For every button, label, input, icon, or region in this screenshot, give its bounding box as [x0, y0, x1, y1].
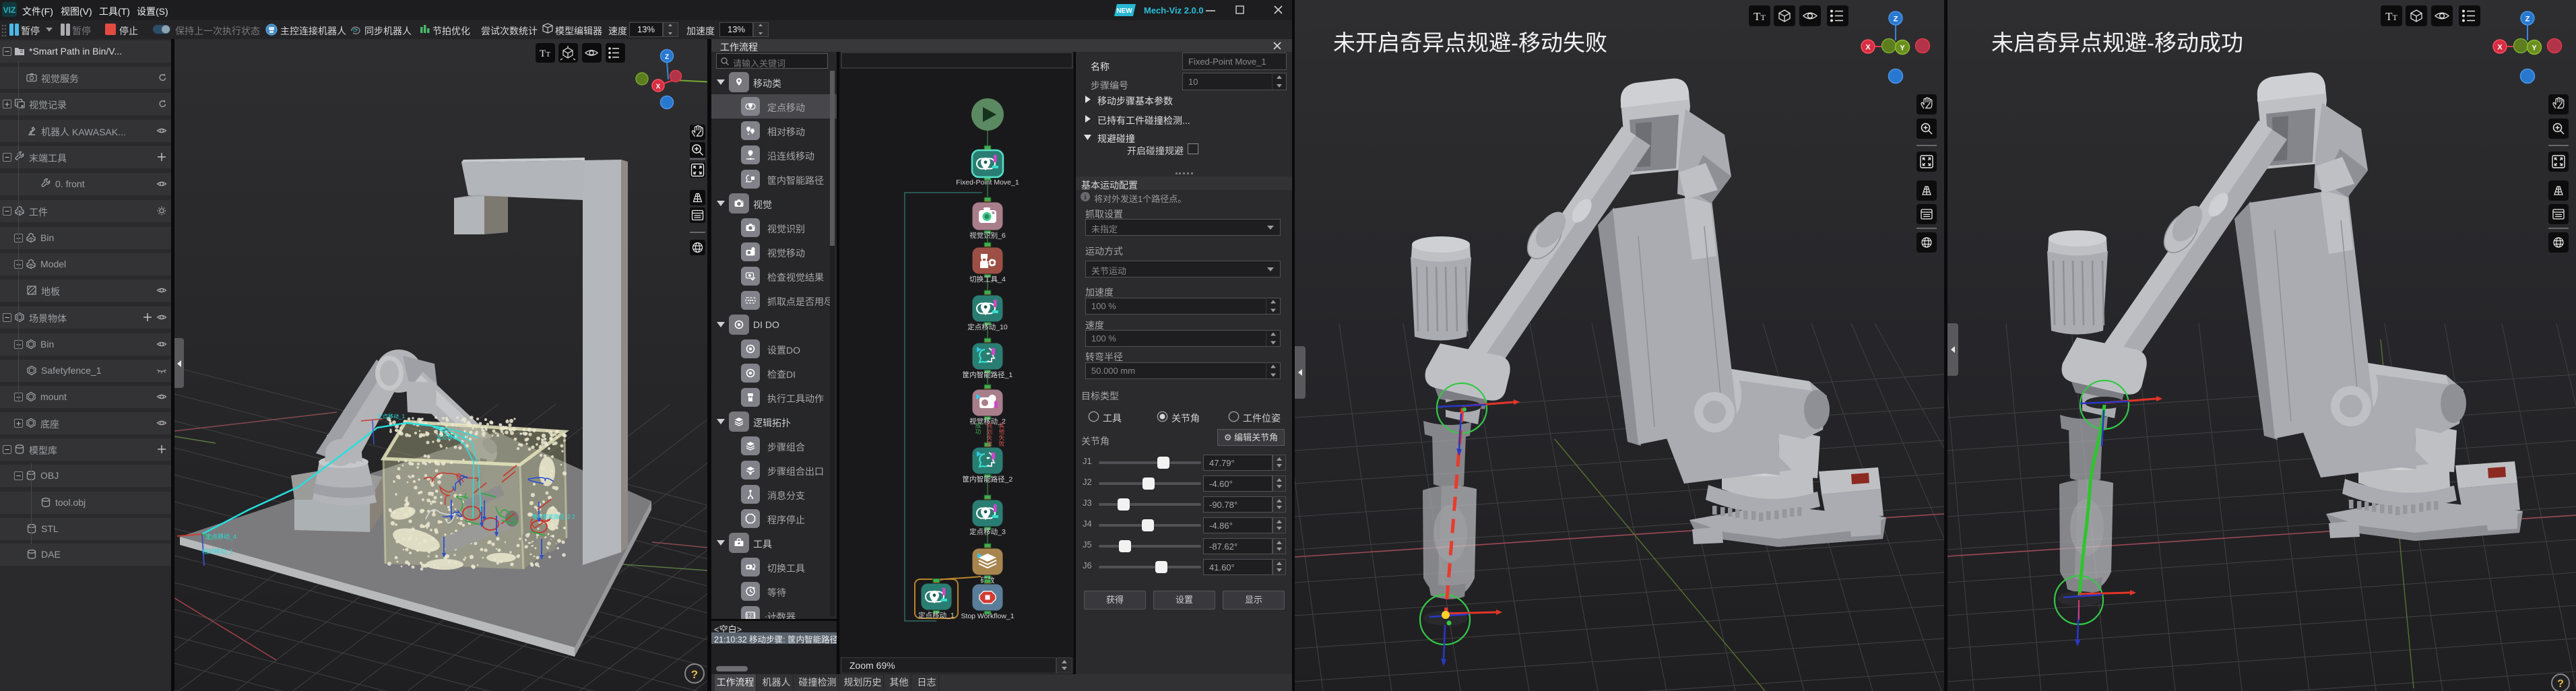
svg-text:切换工具_4: 切换工具_4 [969, 275, 1006, 284]
svg-text:123: 123 [746, 613, 755, 619]
svg-text:Z: Z [665, 54, 669, 61]
svg-text:NEW: NEW [1116, 7, 1132, 15]
svg-text:定点移动_4: 定点移动_4 [205, 533, 236, 540]
svg-text:筐内智能路径_1: 筐内智能路径_1 [963, 370, 1013, 379]
svg-text:视觉识别_6: 视觉识别_6 [969, 231, 1006, 240]
svg-text:i: i [1084, 193, 1086, 201]
svg-text:未开启奇异点规避-移动失败: 未开启奇异点规避-移动失败 [1333, 30, 1607, 55]
svg-text:其他失败: 其他失败 [999, 422, 1005, 447]
svg-text:筐内智能路径_2 2: 筐内智能路径_2 2 [532, 513, 575, 520]
svg-text:定点移动_10: 定点移动_10 [437, 434, 468, 440]
svg-text:定点移动_10: 定点移动_10 [967, 323, 1008, 331]
svg-text:相对移动_1: 相对移动_1 [202, 548, 233, 555]
svg-text:Z: Z [2525, 15, 2530, 24]
svg-text:成功: 成功 [975, 422, 981, 435]
svg-text:规划失败: 规划失败 [987, 422, 993, 447]
svg-text:定点移动_1: 定点移动_1 [377, 413, 405, 420]
svg-text:X: X [656, 84, 661, 91]
svg-text:Mech-Viz 2.0.0: Mech-Viz 2.0.0 [1144, 5, 1204, 15]
svg-text:⟳: ⟳ [353, 27, 358, 34]
svg-text:Y: Y [1900, 44, 1905, 53]
svg-text:筐内智能路径_2: 筐内智能路径_2 [963, 475, 1013, 484]
svg-text:Stop Workflow_1: Stop Workflow_1 [961, 612, 1014, 620]
svg-text:Z: Z [1894, 15, 1898, 24]
svg-text:定点移动_1: 定点移动_1 [918, 611, 955, 620]
svg-text:X: X [2497, 44, 2503, 52]
svg-text:Fixed-Point Move_1: Fixed-Point Move_1 [956, 178, 1019, 187]
svg-text:?: ? [691, 668, 698, 681]
svg-text:未启奇异点规避-移动成功: 未启奇异点规避-移动成功 [1991, 30, 2243, 55]
svg-text:Y: Y [2532, 44, 2537, 53]
svg-text:VIZ: VIZ [3, 5, 16, 15]
svg-text:?: ? [2557, 678, 2564, 690]
svg-text:X: X [1865, 44, 1871, 52]
svg-text:TT: TT [540, 48, 550, 59]
svg-text:定点移动_3: 定点移动_3 [969, 527, 1006, 536]
